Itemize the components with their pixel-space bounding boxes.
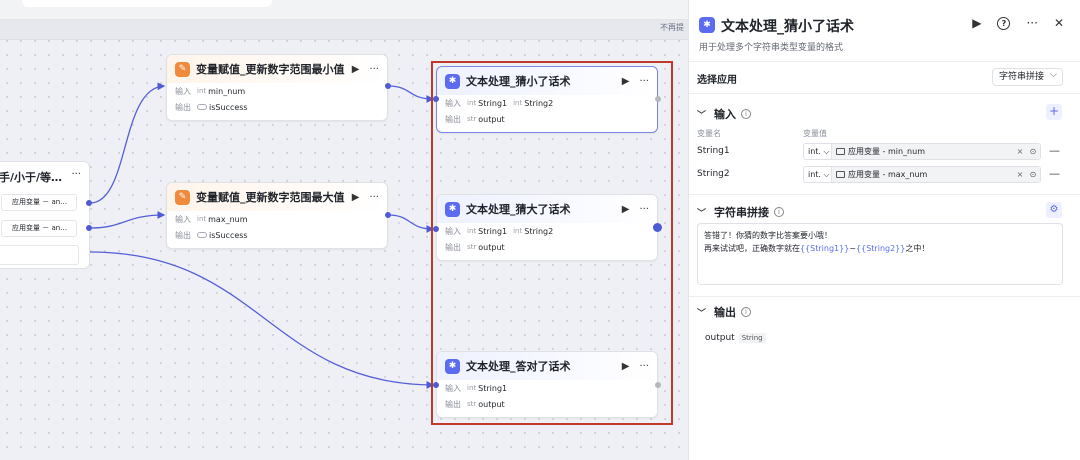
input-label: 输入	[175, 86, 191, 96]
info-icon[interactable]: i	[741, 109, 752, 119]
divider	[689, 296, 1080, 297]
run-icon[interactable]: ▶	[352, 192, 360, 203]
more-icon[interactable]: ···	[71, 169, 81, 180]
input-label: 输入	[175, 214, 191, 224]
template-line: 再来试试吧，正确数字就在{{String1}}~{{String2}}之中！	[704, 244, 930, 253]
condition-else-branch[interactable]	[0, 245, 79, 265]
target-icon[interactable]: ⊙	[1026, 144, 1040, 159]
output-section-title[interactable]: ﹀ 输出 i	[697, 304, 752, 320]
wire-max-to-big	[387, 214, 435, 233]
target-icon[interactable]: ⊙	[1026, 167, 1040, 182]
node-title: 变量赋值_更新数字范围最大值	[196, 191, 345, 204]
remove-variable-button[interactable]: —	[1049, 167, 1060, 180]
highlight-box	[431, 61, 673, 425]
input-section-title[interactable]: ﹀ 输入 i	[697, 106, 752, 122]
output-variable: output String	[705, 333, 766, 343]
add-variable-button[interactable]: +	[1046, 104, 1062, 120]
output-port[interactable]	[385, 212, 391, 218]
info-icon[interactable]: i	[774, 207, 785, 217]
output-type-tag: String	[738, 333, 766, 343]
app-select-row: 选择应用 字符串拼接	[689, 62, 1080, 94]
run-icon[interactable]: ▶	[972, 16, 981, 30]
toggle-icon	[197, 232, 207, 238]
folder-icon	[836, 171, 845, 178]
clear-icon[interactable]: ×	[1014, 167, 1026, 182]
more-icon[interactable]: ···	[369, 64, 379, 75]
variable-value-field[interactable]: int. ⌵ 应用变量 - max_num × ⊙	[803, 166, 1041, 183]
run-icon[interactable]: ▶	[352, 64, 360, 75]
wire-cond-to-correct	[89, 251, 435, 389]
column-header-value: 变量值	[803, 129, 827, 138]
variable-name: String1	[697, 146, 730, 156]
panel-header: ✱ 文本处理_猜小了话术 用于处理多个字符串类型变量的格式 ▶ ? ··· ✕	[689, 0, 1080, 62]
param-chip: isSuccess	[197, 103, 248, 112]
template-variable: {{String1}}	[800, 244, 850, 253]
canvas-toolbar-strip	[0, 20, 688, 40]
info-icon[interactable]: i	[741, 307, 752, 317]
clear-icon[interactable]: ×	[1014, 144, 1026, 159]
gear-icon[interactable]: ⚙	[1046, 202, 1062, 218]
output-label: 输出	[175, 230, 191, 240]
node-config-panel: ✱ 文本处理_猜小了话术 用于处理多个字符串类型变量的格式 ▶ ? ··· ✕ …	[688, 0, 1080, 460]
variable-icon: ✎	[175, 61, 190, 77]
type-select[interactable]: int. ⌵	[804, 144, 832, 159]
concat-template-input[interactable]: 答错了！你猜的数字比答案要小哦！ 再来试试吧，正确数字就在{{String1}}…	[697, 223, 1063, 285]
top-bar	[0, 0, 688, 20]
output-port[interactable]	[385, 83, 391, 89]
template-line: 答错了！你猜的数字比答案要小哦！	[704, 231, 832, 240]
close-icon[interactable]: ✕	[1054, 16, 1064, 30]
remove-variable-button[interactable]: —	[1049, 144, 1060, 157]
condition-option[interactable]: 应用变量 － an…	[1, 220, 77, 237]
concat-section-title[interactable]: ﹀ 字符串拼接 i	[697, 204, 785, 220]
help-icon[interactable]: ?	[997, 16, 1011, 30]
top-tab[interactable]	[22, 0, 272, 7]
wire-cond-to-max	[89, 211, 166, 229]
output-port[interactable]	[86, 225, 92, 231]
folder-icon	[836, 148, 845, 155]
condition-node[interactable]: 手/小于/等… ··· 应用变量 － an… 应用变量 － an…	[0, 161, 90, 269]
chevron-down-icon[interactable]: ﹀	[697, 306, 706, 319]
node-update-max[interactable]: ✎ 变量赋值_更新数字范围最大值 ▶ ··· 输入 int max_num 输出 i…	[166, 182, 388, 249]
param-chip: isSuccess	[197, 231, 248, 240]
output-label: 输出	[175, 102, 191, 112]
toggle-icon	[197, 104, 207, 110]
variable-value-field[interactable]: int. ⌵ 应用变量 - min_num × ⊙	[803, 143, 1041, 160]
panel-subtitle: 用于处理多个字符串类型变量的格式	[699, 43, 844, 53]
param-chip: int max_num	[197, 214, 248, 224]
wire-min-to-small	[387, 85, 435, 103]
type-select[interactable]: int. ⌵	[804, 167, 832, 182]
node-update-min[interactable]: ✎ 变量赋值_更新数字范围最小值 ▶ ··· 输入 int min_num 输出 i…	[166, 54, 388, 121]
more-icon[interactable]: ···	[369, 192, 379, 203]
app-label: 选择应用	[697, 75, 737, 86]
chevron-down-icon[interactable]: ﹀	[697, 206, 706, 219]
more-icon[interactable]: ···	[1026, 16, 1037, 30]
chevron-down-icon[interactable]: ﹀	[697, 108, 706, 121]
variable-icon: ✎	[175, 189, 190, 205]
text-process-icon: ✱	[699, 17, 715, 33]
canvas-hint[interactable]: 不再提	[660, 22, 684, 33]
condition-option[interactable]: 应用变量 － an…	[1, 194, 77, 211]
variable-reference: 应用变量 - max_num	[848, 170, 928, 179]
param-chip: int min_num	[197, 86, 246, 96]
divider	[689, 194, 1080, 195]
panel-title: 文本处理_猜小了话术	[721, 19, 854, 35]
template-variable: {{String2}}	[856, 244, 906, 253]
output-port[interactable]	[86, 200, 92, 206]
app-select[interactable]: 字符串拼接	[991, 67, 1063, 86]
wire-cond-to-min	[89, 82, 166, 204]
node-title: 变量赋值_更新数字范围最小值	[196, 63, 345, 76]
column-header-name: 变量名	[697, 129, 721, 138]
variable-name: String2	[697, 169, 730, 179]
variable-reference: 应用变量 - min_num	[848, 147, 925, 156]
